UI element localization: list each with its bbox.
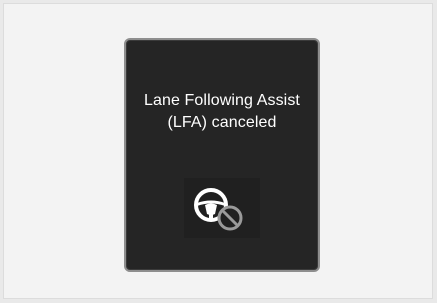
steering-wheel-canceled-icon xyxy=(184,178,260,238)
cluster-display-panel: Lane Following Assist (LFA) canceled xyxy=(124,38,320,272)
screen: Lane Following Assist (LFA) canceled xyxy=(0,0,437,303)
warning-message: Lane Following Assist (LFA) canceled xyxy=(126,90,318,134)
warning-message-line-2: (LFA) canceled xyxy=(167,114,277,131)
cancel-icon xyxy=(217,205,243,231)
warning-message-line-1: Lane Following Assist xyxy=(144,92,300,109)
